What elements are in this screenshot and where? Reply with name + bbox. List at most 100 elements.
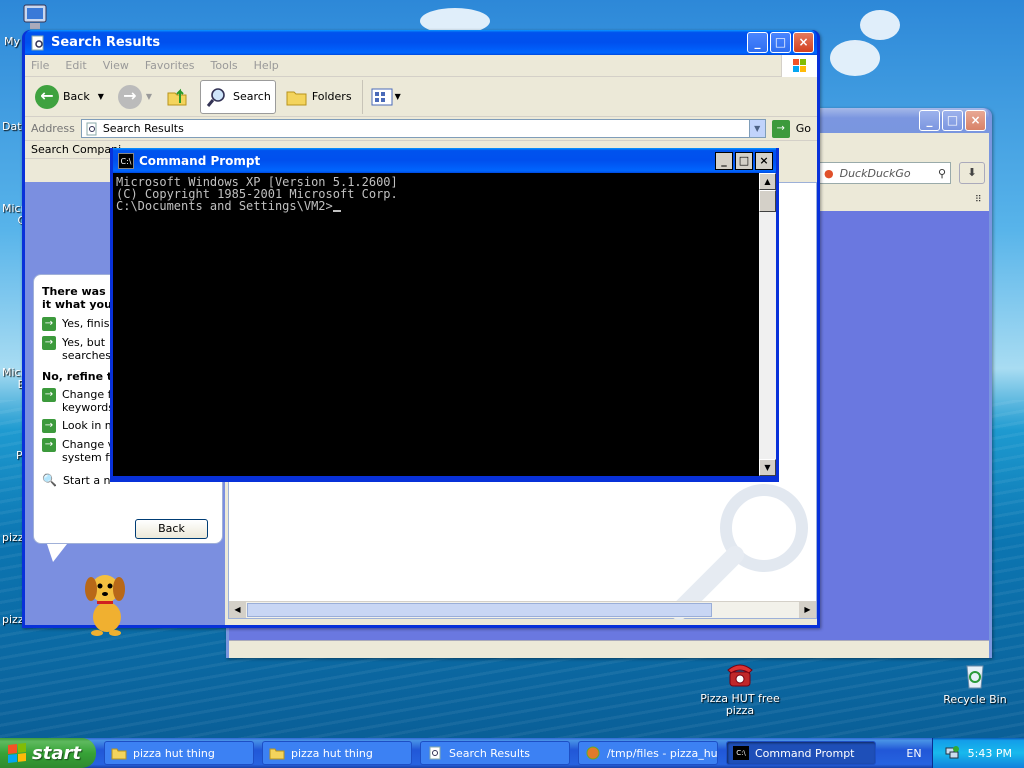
go-label: Go [795, 122, 811, 135]
menu-help[interactable]: Help [254, 59, 279, 72]
back-label: Back [63, 90, 90, 103]
scroll-right-icon[interactable]: ▶ [799, 602, 816, 618]
companion-back-button[interactable]: Back [135, 519, 208, 539]
close-button[interactable]: × [755, 151, 773, 170]
option-text: Start a n [62, 474, 111, 487]
browser-search-placeholder: DuckDuckGo [839, 166, 911, 180]
search-dog-icon [85, 575, 125, 636]
close-button[interactable]: × [793, 32, 814, 53]
maximize-button[interactable]: □ [735, 151, 753, 170]
chevron-down-icon[interactable]: ▼ [98, 92, 104, 101]
network-icon[interactable] [944, 745, 960, 761]
desktop-icon-pizza-1[interactable]: pizz [2, 531, 24, 544]
forward-button[interactable]: → ▼ [114, 80, 156, 114]
minimize-button[interactable]: _ [715, 151, 733, 170]
option-text: searches [62, 349, 112, 362]
start-label: start [32, 742, 81, 764]
folders-label: Folders [311, 90, 352, 103]
command-prompt-titlebar[interactable]: C:\ Command Prompt _ □ × [113, 148, 776, 173]
address-dropdown-icon[interactable]: ▼ [748, 120, 765, 137]
command-prompt-window[interactable]: C:\ Command Prompt _ □ × Microsoft Windo… [110, 148, 779, 482]
green-arrow-icon: → [42, 317, 56, 331]
close-button[interactable]: × [965, 110, 986, 131]
search-results-title: Search Results [51, 35, 161, 50]
folders-button[interactable]: Folders [282, 80, 356, 114]
vertical-scrollbar[interactable]: ▲ ▼ [759, 173, 776, 476]
address-bar: Address Search Results ▼ → Go [25, 117, 817, 141]
menu-favorites[interactable]: Favorites [145, 59, 195, 72]
computer-icon [23, 4, 47, 29]
console-prompt-line: C:\Documents and Settings\VM2> [116, 200, 756, 212]
folder-icon [111, 748, 127, 760]
task-label: pizza hut thing [291, 746, 373, 760]
horizontal-scroll-thumb[interactable] [247, 603, 712, 617]
browser-search-box[interactable]: ● DuckDuckGo ⚲ [817, 162, 951, 184]
task-button-search-results[interactable]: Search Results [420, 741, 570, 765]
green-arrow-icon: → [42, 336, 56, 350]
desktop-icon-label: pizz [2, 531, 24, 544]
desktop-icon-recycle-bin[interactable]: Recycle Bin [940, 660, 1010, 706]
task-button-pizza-hut-thing-2[interactable]: pizza hut thing [262, 741, 412, 765]
desktop-icon-pizza-2[interactable]: pizz [2, 613, 24, 626]
scroll-up-icon[interactable]: ▲ [759, 173, 776, 190]
desktop-icon-label: pizz [2, 613, 24, 626]
cmd-window-icon: C:\ [118, 152, 134, 169]
maximize-button[interactable]: □ [770, 32, 791, 53]
duckduckgo-icon: ● [824, 166, 834, 180]
green-arrow-icon: → [42, 419, 56, 433]
menu-view[interactable]: View [103, 59, 129, 72]
search-results-window-icon [31, 35, 44, 50]
go-button[interactable]: → Go [771, 119, 811, 138]
download-button[interactable]: ⬇ [959, 162, 985, 184]
wallpaper-cloud [860, 10, 900, 40]
option-text: system fi [62, 451, 113, 464]
views-button[interactable]: ▼ [361, 79, 405, 114]
up-folder-icon [167, 88, 187, 105]
taskbar: start pizza hut thing pizza hut thing Se… [0, 738, 1024, 768]
horizontal-scrollbar[interactable]: ◀ ▶ [229, 601, 816, 618]
vertical-scroll-thumb[interactable] [759, 190, 776, 212]
desktop-icon-label: Dat [2, 120, 22, 133]
browser-icon [586, 746, 600, 760]
search-results-titlebar[interactable]: Search Results _ □ × [25, 30, 817, 55]
option-text: Change f [62, 388, 112, 401]
menu-bar: File Edit View Favorites Tools Help [25, 55, 817, 77]
menu-file[interactable]: File [31, 59, 49, 72]
scroll-left-icon[interactable]: ◀ [229, 602, 246, 618]
command-prompt-body[interactable]: Microsoft Windows XP [Version 5.1.2600](… [113, 173, 776, 476]
minimize-button[interactable]: _ [919, 110, 940, 131]
search-results-small-icon [86, 122, 97, 135]
scroll-down-icon[interactable]: ▼ [759, 459, 776, 476]
task-button-tmp-files[interactable]: /tmp/files - pizza_hut... [578, 741, 718, 765]
task-label: pizza hut thing [133, 746, 215, 760]
up-folder-button[interactable] [162, 80, 194, 114]
clock[interactable]: 5:43 PM [968, 747, 1012, 760]
task-label: Command Prompt [755, 746, 855, 760]
maximize-button[interactable]: □ [942, 110, 963, 131]
task-button-command-prompt[interactable]: C:\ Command Prompt [726, 741, 876, 765]
balloon-tail [47, 544, 67, 562]
task-label: /tmp/files - pizza_hut... [607, 746, 718, 760]
start-button[interactable]: start [0, 738, 96, 768]
task-button-pizza-hut-thing-1[interactable]: pizza hut thing [104, 741, 254, 765]
desktop-icon-data[interactable]: Dat [2, 120, 22, 133]
option-text: Yes, finis [62, 317, 110, 330]
desktop-icon-pizza-hut[interactable]: Pizza HUT free pizza [700, 660, 780, 717]
back-button[interactable]: ← Back ▼ [31, 80, 108, 114]
chevron-down-icon[interactable]: ▼ [146, 92, 152, 101]
menu-edit[interactable]: Edit [65, 59, 86, 72]
menu-tools[interactable]: Tools [211, 59, 238, 72]
magnifier-icon: 🔍 [42, 473, 57, 487]
minimize-button[interactable]: _ [747, 32, 768, 53]
folders-icon [286, 91, 307, 105]
language-indicator[interactable]: EN [896, 747, 932, 760]
search-button[interactable]: Search [200, 79, 276, 114]
address-input[interactable]: Search Results ▼ [80, 119, 766, 138]
standard-toolbar: ← Back ▼ → ▼ Search Folders ▼ [25, 77, 817, 117]
console-output[interactable]: Microsoft Windows XP [Version 5.1.2600](… [113, 173, 759, 476]
console-prompt: C:\Documents and Settings\VM2> [116, 199, 333, 213]
search-icon: ⚲ [937, 166, 946, 180]
option-text: Change v [62, 438, 115, 451]
desktop-icon-label: Recycle Bin [943, 693, 1007, 706]
chevron-down-icon: ▼ [394, 92, 401, 101]
